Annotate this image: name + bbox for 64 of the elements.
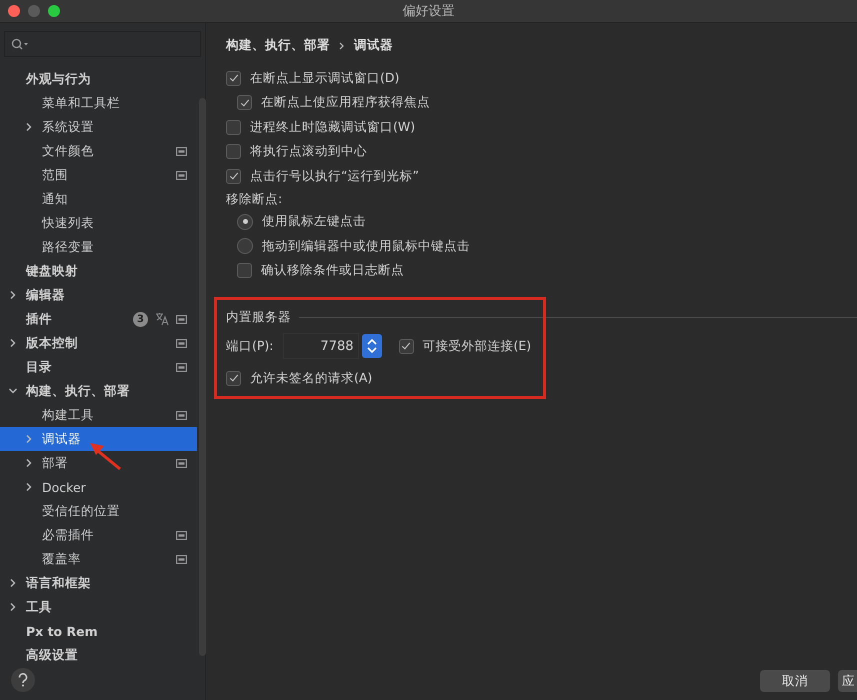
option-label: 确认移除条件或日志断点 — [261, 262, 404, 280]
sidebar-item[interactable]: 部署 — [0, 451, 197, 475]
sidebar-item[interactable]: 构建工具 — [0, 403, 197, 427]
sidebar-item[interactable]: 语言和框架 — [0, 571, 197, 595]
checkbox[interactable] — [226, 168, 241, 184]
dialog-button[interactable]: 应 — [838, 670, 857, 692]
zoom-button[interactable] — [48, 5, 60, 17]
sidebar-item[interactable]: 工具 — [0, 595, 197, 619]
radio-button[interactable] — [237, 214, 253, 230]
option-label: 使用鼠标左键点击 — [262, 213, 366, 230]
option-label: 拖动到编辑器中或使用鼠标中键点击 — [262, 238, 470, 255]
sidebar-item[interactable]: 版本控制 — [0, 331, 197, 355]
sidebar-item[interactable]: Px to Rem — [0, 619, 197, 643]
close-button[interactable] — [8, 5, 20, 17]
sidebar-item[interactable]: 菜单和工具栏 — [0, 91, 197, 115]
sidebar-item[interactable]: 目录 — [0, 355, 197, 379]
radio-button[interactable] — [237, 238, 253, 254]
sidebar-item[interactable]: Docker — [0, 475, 197, 499]
sidebar-item[interactable]: 键盘映射 — [0, 259, 197, 283]
scrollbar[interactable] — [199, 98, 206, 656]
help-button[interactable] — [11, 668, 35, 692]
option-label: 进程终止时隐藏调试窗口(W) — [250, 118, 416, 136]
section-title: 内置服务器 — [226, 309, 291, 326]
window-title: 偏好设置 — [402, 3, 454, 20]
sidebar-item[interactable]: 构建、执行、部署 — [0, 379, 197, 403]
sidebar-item[interactable]: 范围 — [0, 163, 197, 187]
sidebar-item[interactable]: 插件 3 — [0, 307, 197, 331]
sidebar-item[interactable]: 路径变量 — [0, 235, 197, 259]
option-label: 在断点上使应用程序获得焦点 — [261, 94, 430, 112]
sidebar-item[interactable]: 编辑器 — [0, 283, 197, 307]
sidebar-item[interactable]: 高级设置 — [0, 643, 197, 667]
option-label: 在断点上显示调试窗口(D) — [250, 70, 400, 87]
option-label: 点击行号以执行“运行到光标” — [250, 168, 419, 185]
sidebar-item[interactable]: 覆盖率 — [0, 547, 197, 571]
sidebar-item[interactable]: 受信任的位置 — [0, 499, 197, 523]
sidebar-item[interactable]: 文件颜色 — [0, 139, 197, 163]
option-label: 允许未签名的请求(A) — [250, 370, 372, 387]
option-label: 将执行点滚动到中心 — [250, 143, 367, 160]
search-field[interactable] — [4, 31, 201, 57]
breadcrumb-item[interactable]: 构建、执行、部署 — [226, 37, 330, 54]
search-icon — [11, 38, 29, 50]
option-label: 可接受外部连接(E) — [422, 338, 532, 354]
checkbox[interactable] — [237, 263, 252, 278]
count-badge: 3 — [133, 312, 148, 326]
stepper-button[interactable] — [362, 334, 382, 358]
checkbox[interactable] — [226, 144, 241, 160]
checkbox[interactable] — [226, 370, 241, 386]
checkbox[interactable] — [398, 338, 414, 354]
port-field[interactable]: 7788 — [282, 333, 359, 359]
sidebar-item[interactable]: 快速列表 — [0, 211, 197, 235]
sidebar-item[interactable]: 必需插件 — [0, 523, 197, 547]
chevron-right-icon — [338, 40, 346, 50]
sidebar-item[interactable]: 外观与行为 — [0, 67, 197, 91]
field-label: 端口(P): — [226, 338, 274, 354]
checkbox[interactable] — [226, 70, 241, 86]
sidebar-item[interactable]: 调试器 — [0, 427, 197, 451]
sidebar-item[interactable]: 通知 — [0, 187, 197, 211]
section-label: 移除断点: — [226, 190, 282, 208]
checkbox[interactable] — [237, 95, 252, 110]
sidebar-item[interactable]: 系统设置 — [0, 115, 197, 139]
dialog-button[interactable]: 取消 — [760, 670, 830, 692]
breadcrumb-item[interactable]: 调试器 — [354, 37, 393, 54]
question-icon — [17, 673, 29, 687]
checkbox[interactable] — [226, 120, 241, 135]
